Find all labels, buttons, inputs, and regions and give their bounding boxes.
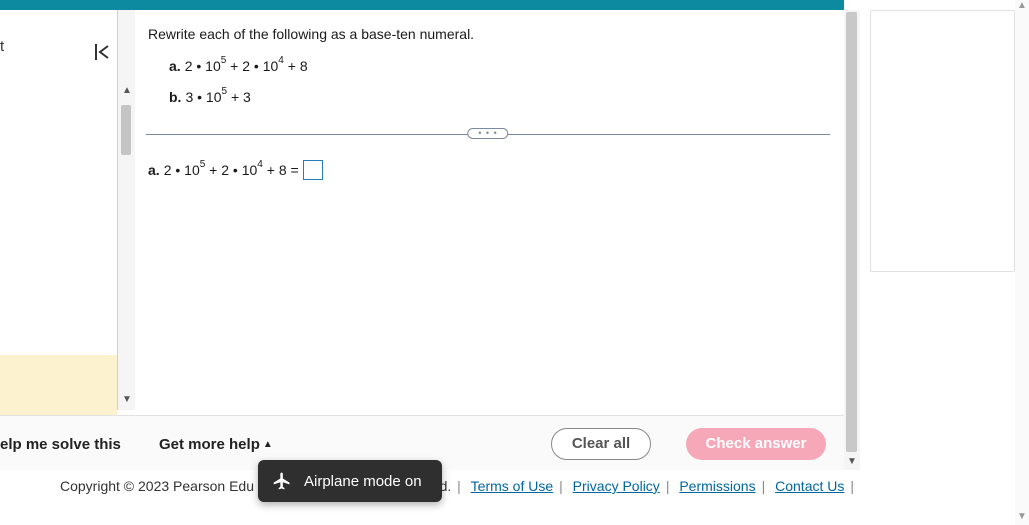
sidebar-text-fragment: t: [0, 38, 4, 55]
airplane-mode-toast: Airplane mode on: [258, 460, 442, 502]
answer-expression: a.2 • 105 + 2 • 104 + 8 =: [148, 162, 299, 178]
sidebar-highlight-block: [0, 355, 117, 420]
scroll-thumb[interactable]: [121, 105, 131, 155]
answer-row-a: a.2 • 105 + 2 • 104 + 8 =: [148, 160, 323, 180]
left-sidebar: t: [0, 10, 117, 410]
answer-input-a[interactable]: [303, 160, 323, 180]
question-panel: Rewrite each of the following as a base-…: [135, 10, 844, 410]
part-label: a.: [148, 162, 160, 178]
privacy-link[interactable]: Privacy Policy: [573, 478, 660, 494]
expand-divider-button[interactable]: • • •: [467, 128, 508, 139]
help-me-solve-button[interactable]: elp me solve this: [0, 436, 121, 453]
check-answer-button[interactable]: Check answer: [686, 428, 826, 460]
scroll-up-button[interactable]: ▲: [1015, 0, 1029, 14]
right-side-panel: ▼: [860, 0, 1029, 525]
inner-scrollbar-left: ▲ ▼: [117, 10, 135, 410]
scroll-down-button[interactable]: ▼: [1015, 511, 1029, 525]
side-card: [870, 10, 1015, 272]
question-part-b: b.3 • 105 + 3: [169, 83, 308, 114]
copyright-bar: Copyright © 2023 Pearson Edu ed. | Terms…: [60, 478, 860, 494]
toast-text: Airplane mode on: [304, 473, 422, 490]
question-instruction: Rewrite each of the following as a base-…: [148, 26, 474, 42]
window-scrollbar: ▲ ▼: [1015, 0, 1029, 525]
clear-all-button[interactable]: Clear all: [551, 428, 651, 460]
scroll-up-button[interactable]: ▲: [118, 85, 136, 99]
part-label: a.: [169, 58, 181, 74]
question-part-a: a.2 • 105 + 2 • 104 + 8: [169, 52, 308, 83]
airplane-icon: [272, 471, 292, 491]
panel-scrollbar-right: ▼: [844, 10, 860, 470]
scroll-down-button[interactable]: ▼: [844, 456, 860, 470]
scroll-thumb[interactable]: [846, 12, 857, 452]
app-header-strip: [0, 0, 844, 10]
collapse-left-icon: [92, 40, 116, 64]
collapse-sidebar-button[interactable]: [92, 40, 116, 64]
contact-link[interactable]: Contact Us: [775, 478, 844, 494]
get-more-help-label: Get more help: [159, 436, 260, 453]
permissions-link[interactable]: Permissions: [679, 478, 755, 494]
get-more-help-button[interactable]: Get more help▲: [159, 436, 273, 453]
caret-up-icon: ▲: [263, 439, 273, 450]
copyright-text-pre: Copyright © 2023 Pearson Edu: [60, 478, 254, 494]
question-parts-list: a.2 • 105 + 2 • 104 + 8 b.3 • 105 + 3: [169, 52, 308, 114]
scroll-down-button[interactable]: ▼: [118, 394, 136, 408]
section-divider: • • •: [146, 128, 830, 140]
terms-link[interactable]: Terms of Use: [471, 478, 553, 494]
part-label: b.: [169, 89, 181, 105]
